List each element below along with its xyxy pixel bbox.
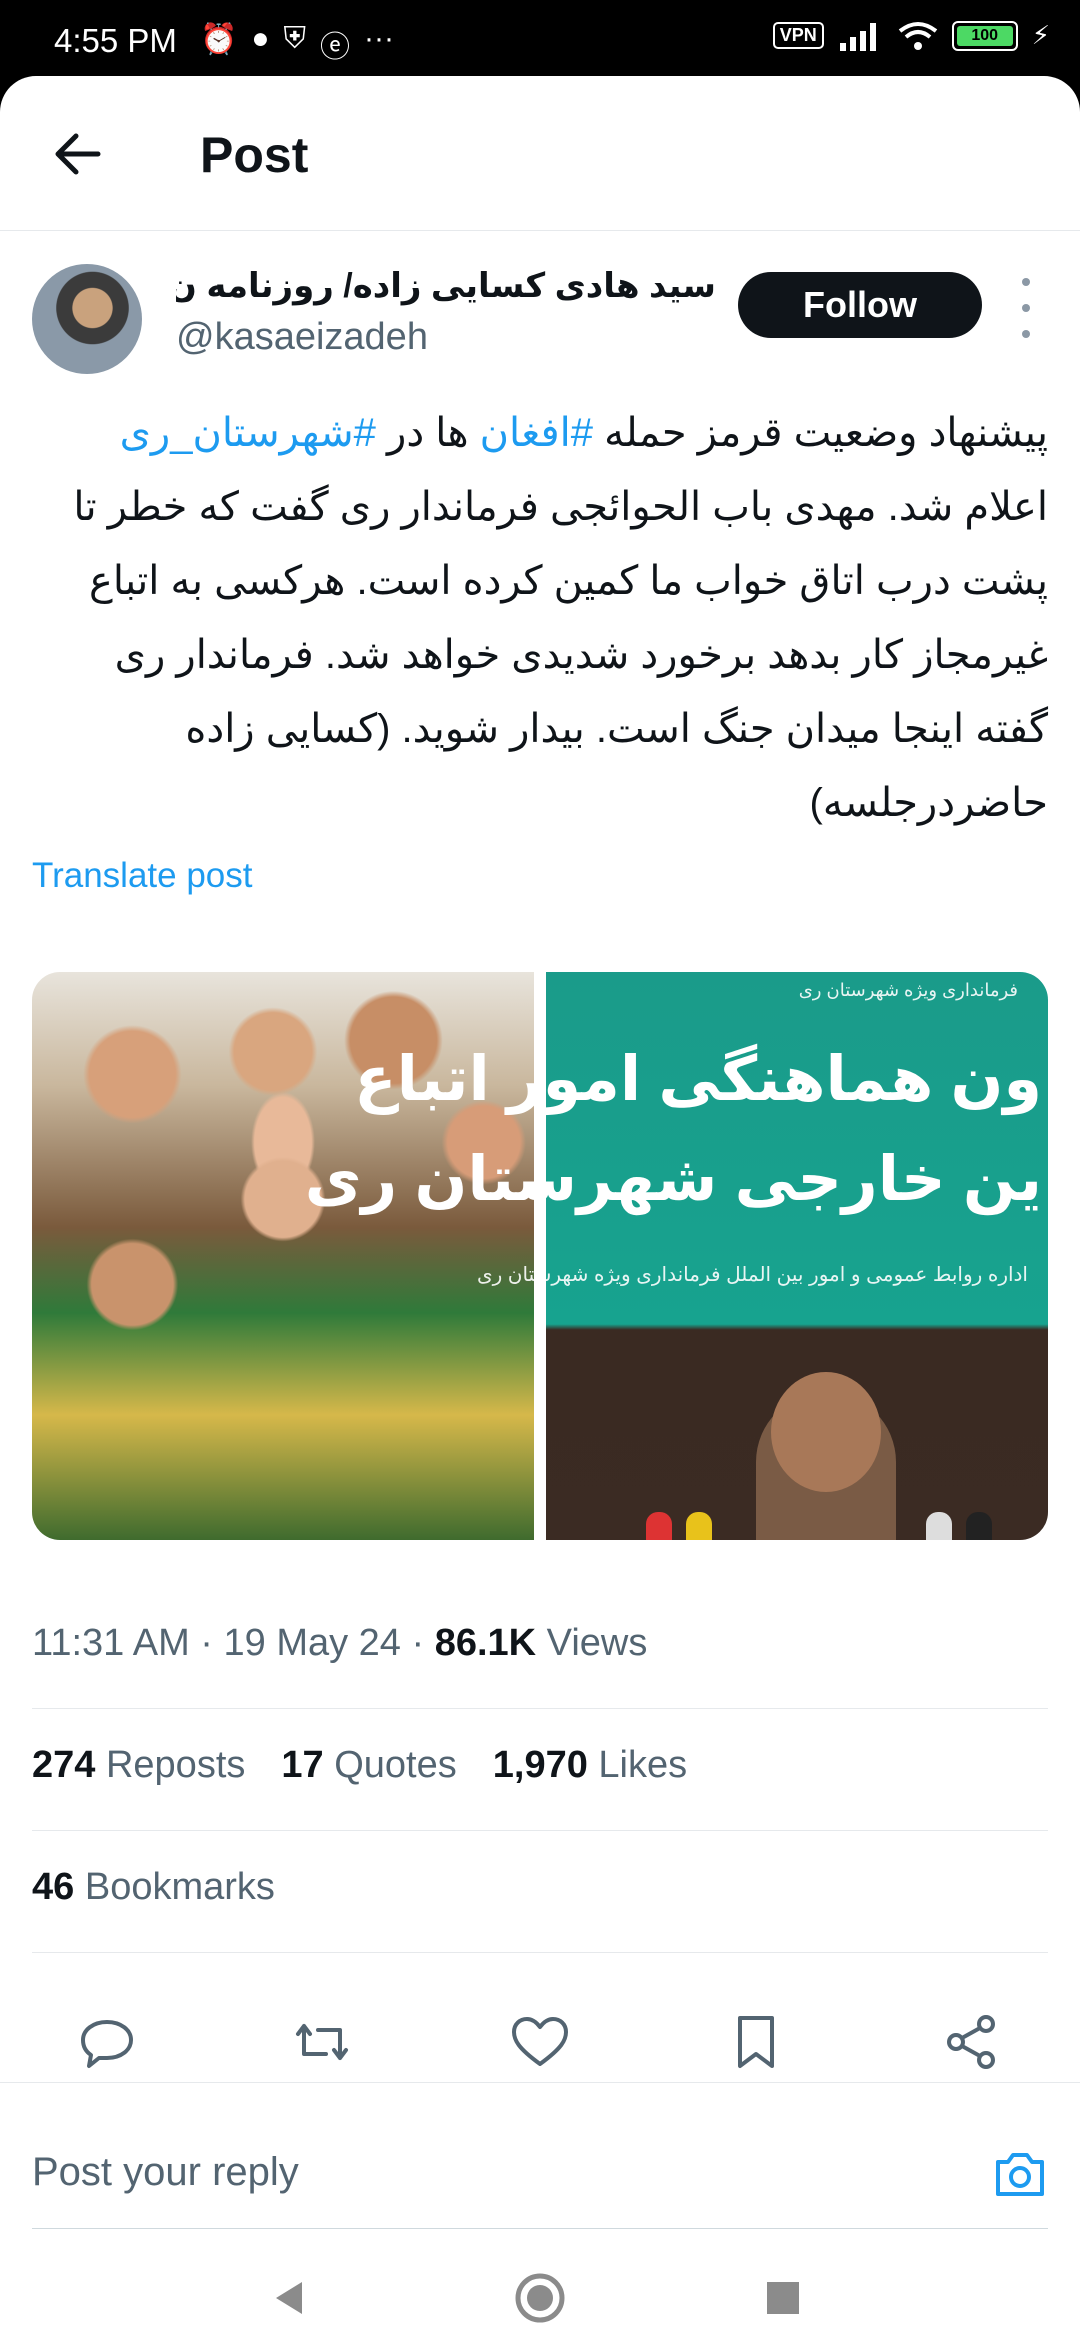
quotes-stat[interactable]: 17 Quotes <box>281 1744 456 1787</box>
photo-press-conference[interactable]: فرمانداری ویژه شهرستان ری ون هماهنگی امو… <box>305 972 1048 1540</box>
post-text: پیشنهاد وضعیت قرمز حمله #افغان ها در #شه… <box>32 396 1048 840</box>
banner-text-line1: ون هماهنگی امور اتباع <box>354 1045 1042 1114</box>
reposts-count: 274 <box>32 1744 96 1786</box>
translate-post-link[interactable]: Translate post <box>32 856 252 896</box>
repost-icon <box>296 2024 348 2060</box>
bookmarks-label: Bookmarks <box>84 1866 275 1908</box>
more-dot <box>1022 278 1030 286</box>
avatar[interactable] <box>32 264 142 374</box>
speaker-head <box>771 1372 881 1492</box>
more-dots-icon: ··· <box>363 22 394 55</box>
nav-home-button[interactable] <box>512 2270 568 2326</box>
bookmark-icon <box>738 2016 774 2068</box>
post-text-segment: اعلام شد. مهدی باب الحوائجی فرماندار ری … <box>73 485 1048 825</box>
nav-back-button[interactable] <box>262 2270 318 2326</box>
wifi-icon <box>898 21 937 50</box>
divider <box>0 2082 1080 2083</box>
post-text-segment: ها در <box>375 411 480 455</box>
bookmarks-count: 46 <box>32 1866 75 1908</box>
likes-count: 1,970 <box>492 1744 588 1786</box>
post-timestamp: 11:31 AM · 19 May 24 · 86.1K Views <box>32 1622 647 1665</box>
like-button[interactable] <box>508 2010 572 2074</box>
camera-button[interactable] <box>992 2146 1048 2202</box>
hashtag-link[interactable]: #شهرستان_ری <box>120 411 376 455</box>
heart-icon <box>512 2017 568 2066</box>
triangle-back-icon <box>276 2282 302 2314</box>
post-screen: Post سید هادی کسایی زاده/ روزنامه ن... @… <box>0 76 1080 2340</box>
quotes-label: Quotes <box>334 1744 457 1786</box>
battery-level: 100 <box>956 25 1013 46</box>
banner-text-line3: اداره روابط عمومی و امور بین الملل فرمان… <box>476 1264 1028 1286</box>
author-handle[interactable]: @kasaeizadeh <box>176 316 428 359</box>
charging-icon: ⚡ <box>1031 20 1050 50</box>
more-dot <box>1022 304 1030 312</box>
divider <box>32 1708 1048 1709</box>
divider <box>32 1952 1048 1953</box>
microphone <box>686 1512 712 1540</box>
reposts-stat[interactable]: 274 Reposts <box>32 1744 245 1787</box>
share-button[interactable] <box>940 2010 1004 2074</box>
reply-composer <box>32 2116 1048 2229</box>
page-title: Post <box>200 127 309 183</box>
post-text-segment: پیشنهاد وضعیت قرمز حمله <box>593 411 1048 455</box>
arrow-left-icon <box>55 133 101 175</box>
follow-button[interactable]: Follow <box>738 272 982 338</box>
banner-text-line2: ین خارجی شهرستان ری <box>304 1145 1042 1214</box>
reply-button[interactable] <box>75 2010 139 2074</box>
comment-icon <box>81 2020 133 2068</box>
hashtag-link[interactable]: #افغان <box>480 411 593 455</box>
vpn-badge: VPN <box>772 22 824 49</box>
more-dot <box>1022 330 1030 338</box>
bookmark-button[interactable] <box>724 2010 788 2074</box>
media-grid: فرمانداری ویژه شهرستان ری ون هماهنگی امو… <box>32 972 1048 1540</box>
more-options-button[interactable] <box>1012 278 1040 338</box>
likes-stat[interactable]: 1,970 Likes <box>493 1744 687 1787</box>
battery-icon: 100 <box>951 20 1018 51</box>
back-button[interactable] <box>48 124 108 184</box>
square-recents-icon <box>767 2282 799 2314</box>
views-label: Views <box>536 1622 648 1664</box>
views-count: 86.1K <box>434 1622 537 1664</box>
edge-icon: ⓔ <box>319 31 350 64</box>
likes-label: Likes <box>598 1744 688 1786</box>
system-navigation-bar <box>0 2256 1080 2340</box>
engagement-stats: 274 Reposts 17 Quotes 1,970 Likes <box>32 1744 687 1787</box>
circle-home-icon <box>515 2273 565 2323</box>
alarm-icon: ⏰ <box>200 23 238 56</box>
author-name[interactable]: سید هادی کسایی زاده/ روزنامه ن... <box>176 266 716 306</box>
reposts-label: Reposts <box>105 1744 246 1786</box>
microphone <box>966 1512 992 1540</box>
bookmarks-stat[interactable]: 46 Bookmarks <box>32 1866 275 1909</box>
chat-bubble-icon: ● <box>251 22 270 55</box>
nav-recents-button[interactable] <box>755 2270 811 2326</box>
status-notification-icons: ⏰ ● ⛨ ⓔ ··· <box>200 22 394 66</box>
repost-button[interactable] <box>290 2010 354 2074</box>
divider <box>32 1830 1048 1831</box>
action-bar <box>0 1996 1080 2096</box>
microphone <box>646 1512 672 1540</box>
top-app-bar: Post <box>0 76 1080 231</box>
signal-icon <box>839 22 876 51</box>
reply-input[interactable] <box>32 2140 932 2204</box>
microphone <box>926 1512 952 1540</box>
quotes-count: 17 <box>281 1744 324 1786</box>
camera-icon <box>996 2153 1044 2196</box>
banner-header-text: فرمانداری ویژه شهرستان ری <box>798 980 1018 1000</box>
shield-check-icon: ⛨ <box>283 22 306 55</box>
status-system-icons: VPN 100 ⚡ <box>772 20 1050 51</box>
share-icon <box>947 2015 995 2069</box>
time-date: 11:31 AM · 19 May 24 · <box>32 1622 435 1664</box>
status-bar: 4:55 PM ⏰ ● ⛨ ⓔ ··· VPN 100 ⚡ <box>0 0 1080 76</box>
status-time: 4:55 PM <box>54 22 177 59</box>
